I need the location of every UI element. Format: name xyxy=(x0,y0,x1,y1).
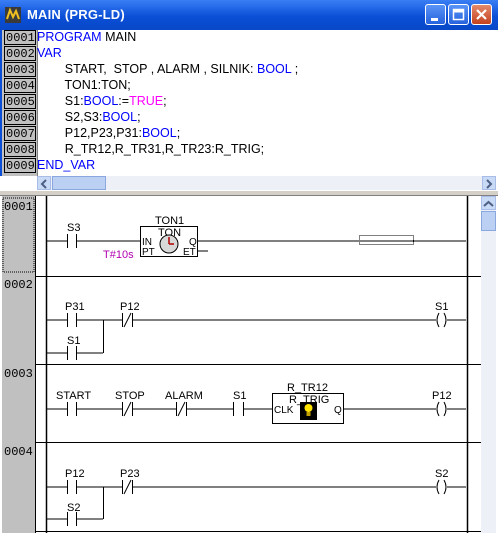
line-number: 0009 xyxy=(4,158,36,173)
contact-label: S3 xyxy=(67,222,80,234)
contact-label: P31 xyxy=(65,301,85,313)
scroll-up-icon xyxy=(483,200,494,207)
keyword: VAR xyxy=(37,46,62,60)
block-instance: TON1 xyxy=(155,215,184,227)
network-2[interactable]: P31 P12 S1 S1 xyxy=(47,301,466,360)
code-line[interactable]: S1:BOOL:=TRUE; xyxy=(37,93,167,109)
minimize-button[interactable] xyxy=(425,4,446,25)
contact-label: P23 xyxy=(120,468,140,480)
code-text: S1: xyxy=(37,94,84,108)
contact-label: STOP xyxy=(115,390,145,402)
code-text: ; xyxy=(137,110,141,124)
keyword: BOOL xyxy=(83,94,119,108)
keyword: PROGRAM xyxy=(37,30,102,44)
code-text: P12,P23,P31: xyxy=(37,126,142,140)
keyword: BOOL xyxy=(256,62,292,76)
line-number: 0005 xyxy=(4,94,36,109)
contact-label: P12 xyxy=(120,301,140,313)
code-line[interactable]: END_VAR xyxy=(37,157,95,173)
code-text: ; xyxy=(291,62,299,76)
block-instance: R_TR12 xyxy=(287,382,328,394)
focus-placeholder[interactable] xyxy=(359,235,414,245)
title-bar: MAIN (PRG-LD) xyxy=(0,0,498,30)
contact-label: S1 xyxy=(67,335,80,347)
coil-label: P12 xyxy=(432,390,452,402)
minimize-icon xyxy=(431,18,438,21)
pt-value: T#10s xyxy=(103,249,134,261)
code-line[interactable]: VAR xyxy=(37,45,62,61)
close-button[interactable] xyxy=(471,4,492,25)
line-number: 0003 xyxy=(4,62,36,77)
code-line[interactable]: R_TR12,R_TR31,R_TR23:R_TRIG; xyxy=(37,141,264,157)
contact-label: P12 xyxy=(65,468,85,480)
bulb-icon xyxy=(300,402,317,420)
scroll-left-icon xyxy=(40,179,47,189)
code-text: S2,S3: xyxy=(37,110,103,124)
code-line[interactable]: PROGRAM MAIN xyxy=(37,29,136,45)
code-text: TON1:TON; xyxy=(37,78,131,92)
pin-pt: PT xyxy=(142,247,155,258)
keyword: END_VAR xyxy=(37,158,96,172)
network-1[interactable]: S3 TON1 TON IN PT Q ET T#10s xyxy=(47,215,466,261)
keyword: BOOL xyxy=(102,110,138,124)
literal: TRUE xyxy=(129,94,164,108)
window-title: MAIN (PRG-LD) xyxy=(27,7,125,22)
ladder-diagram: S3 TON1 TON IN PT Q ET T#10s P31 P12 S1 xyxy=(2,196,481,533)
coil-label: S1 xyxy=(435,301,448,313)
code-text: ; xyxy=(176,126,181,140)
code-text: R_TR12,R_TR31,R_TR23:R_TRIG; xyxy=(37,142,265,156)
line-number: 0006 xyxy=(4,110,36,125)
code-line[interactable]: P12,P23,P31:BOOL; xyxy=(37,125,180,141)
code-text: START, STOP , ALARM , SILNIK: xyxy=(37,62,257,76)
scroll-up-button[interactable] xyxy=(481,196,496,210)
scroll-right-icon xyxy=(486,179,493,189)
line-number: 0004 xyxy=(4,78,36,93)
line-number: 0001 xyxy=(4,30,36,45)
close-icon xyxy=(476,9,487,20)
pin-q: Q xyxy=(334,405,342,416)
horizontal-scrollbar[interactable] xyxy=(37,176,496,190)
pin-clk: CLK xyxy=(274,405,294,416)
line-number: 0002 xyxy=(4,46,36,61)
line-number: 0007 xyxy=(4,126,36,141)
scroll-left-button[interactable] xyxy=(37,176,51,190)
network-selection xyxy=(2,197,35,273)
coil-label: S2 xyxy=(435,468,448,480)
scroll-thumb[interactable] xyxy=(52,176,106,190)
code-text: ; xyxy=(163,94,167,108)
vertical-scrollbar[interactable] xyxy=(481,196,496,533)
network-4[interactable]: P12 P23 S2 S2 xyxy=(47,468,466,526)
code-text: := xyxy=(118,94,130,108)
contact-label: ALARM xyxy=(165,390,203,402)
app-icon xyxy=(5,7,21,23)
contact-label: S1 xyxy=(233,390,246,402)
contact-label: S2 xyxy=(67,502,80,514)
line-number: 0008 xyxy=(4,142,36,157)
network-3[interactable]: START STOP ALARM S1 R_TR12 R_TRIG CLK Q … xyxy=(47,382,466,424)
scroll-right-button[interactable] xyxy=(482,176,496,190)
code-text: MAIN xyxy=(101,30,137,44)
pin-et: ET xyxy=(183,247,196,258)
scroll-thumb[interactable] xyxy=(481,211,496,231)
code-line[interactable]: TON1:TON; xyxy=(37,77,131,93)
code-line[interactable]: S2,S3:BOOL; xyxy=(37,109,141,125)
contact-label: START xyxy=(56,390,91,402)
keyword: BOOL xyxy=(141,126,177,140)
maximize-button[interactable] xyxy=(448,4,469,25)
timer-icon xyxy=(159,234,179,254)
code-line[interactable]: START, STOP , ALARM , SILNIK: BOOL ; xyxy=(37,61,298,77)
maximize-icon xyxy=(452,8,465,21)
